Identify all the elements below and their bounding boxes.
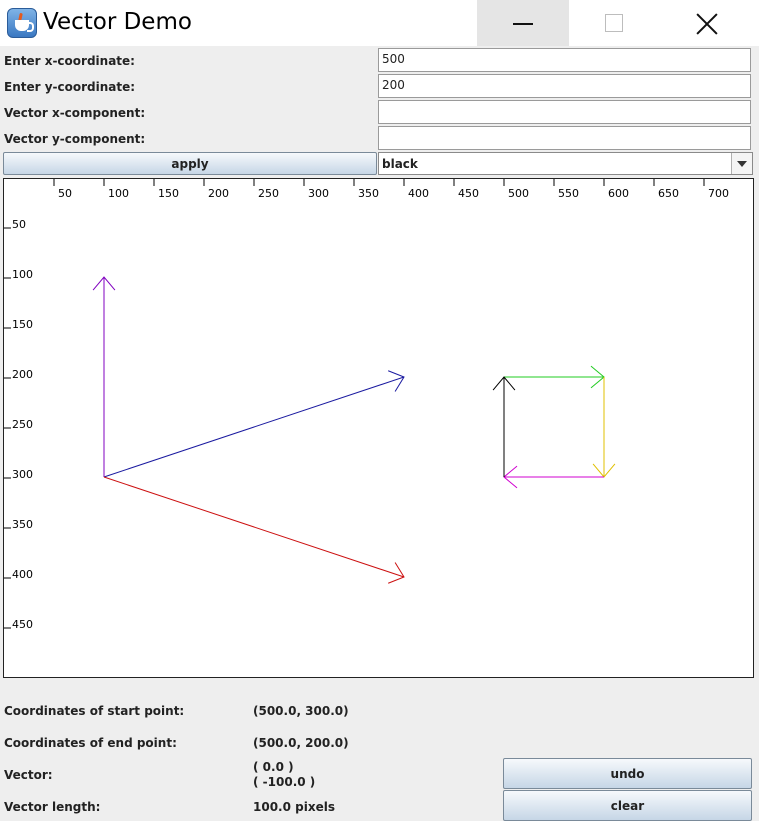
x-tick-label: 50 [58,187,72,200]
x-coordinate-input[interactable]: 500 [378,48,751,72]
vector-y-value: ( -100.0 ) [253,775,316,789]
maximize-icon [605,14,623,32]
end-point-value: (500.0, 200.0) [253,736,349,750]
close-button[interactable] [661,0,753,46]
x-tick-label: 600 [608,187,629,200]
vector-x-value: ( 0.0 ) [253,760,294,774]
title-bar: Vector Demo [0,0,759,46]
vector-label: Vector: [4,768,53,782]
java-app-icon [7,8,37,38]
end-point-label: Coordinates of end point: [4,736,177,750]
x-tick-label: 550 [558,187,579,200]
y-tick-label: 100 [12,268,33,281]
start-point-label: Coordinates of start point: [4,704,185,718]
color-select-dropdown-button[interactable] [731,153,752,174]
vector-length-label: Vector length: [4,800,101,814]
y-tick-label: 150 [12,318,33,331]
window-title: Vector Demo [43,9,192,35]
x-tick-label: 500 [508,187,529,200]
close-icon [695,12,719,36]
clear-button[interactable]: clear [503,790,752,821]
apply-button[interactable]: apply [3,152,377,175]
maximize-button[interactable] [569,0,661,46]
y-tick-label: 400 [12,568,33,581]
drawing-canvas[interactable]: 50 100 150 200 250 300 350 400 450 500 550 600 650 70… [3,178,754,678]
y-tick-label: 250 [12,418,33,431]
minimize-icon [513,23,533,25]
start-point-value: (500.0, 300.0) [253,704,349,718]
y-tick-label: 300 [12,468,33,481]
vector-length-value: 100.0 pixels [253,800,335,814]
x-tick-label: 150 [158,187,179,200]
color-select-value: black [382,157,418,171]
x-tick-label: 350 [358,187,379,200]
color-select[interactable]: black [378,152,753,175]
vector-line [103,376,405,478]
x-tick-label: 450 [458,187,479,200]
minimize-button[interactable] [477,0,569,46]
x-tick-label: 300 [308,187,329,200]
y-coordinate-label: Enter y-coordinate: [4,80,136,94]
chevron-down-icon [737,161,747,167]
x-tick-label: 650 [658,187,679,200]
vector-y-component-label: Vector y-component: [4,132,146,146]
y-tick-label: 200 [12,368,33,381]
x-tick-label: 400 [408,187,429,200]
y-coordinate-input[interactable]: 200 [378,74,751,98]
x-tick-label: 100 [108,187,129,200]
y-tick-label: 450 [12,618,33,631]
x-tick-label: 250 [258,187,279,200]
undo-button[interactable]: undo [503,758,752,789]
vector-y-component-input[interactable] [378,126,751,150]
y-tick-label: 50 [12,218,26,231]
vector-x-component-input[interactable] [378,100,751,124]
x-coordinate-label: Enter x-coordinate: [4,54,135,68]
vector-x-component-label: Vector x-component: [4,106,146,120]
vector-plot: 50 100 150 200 250 300 350 400 450 500 550 600 650 70… [4,179,729,631]
vector-line [103,476,405,578]
x-tick-label: 200 [208,187,229,200]
y-tick-label: 350 [12,518,33,531]
x-tick-label: 700 [708,187,729,200]
